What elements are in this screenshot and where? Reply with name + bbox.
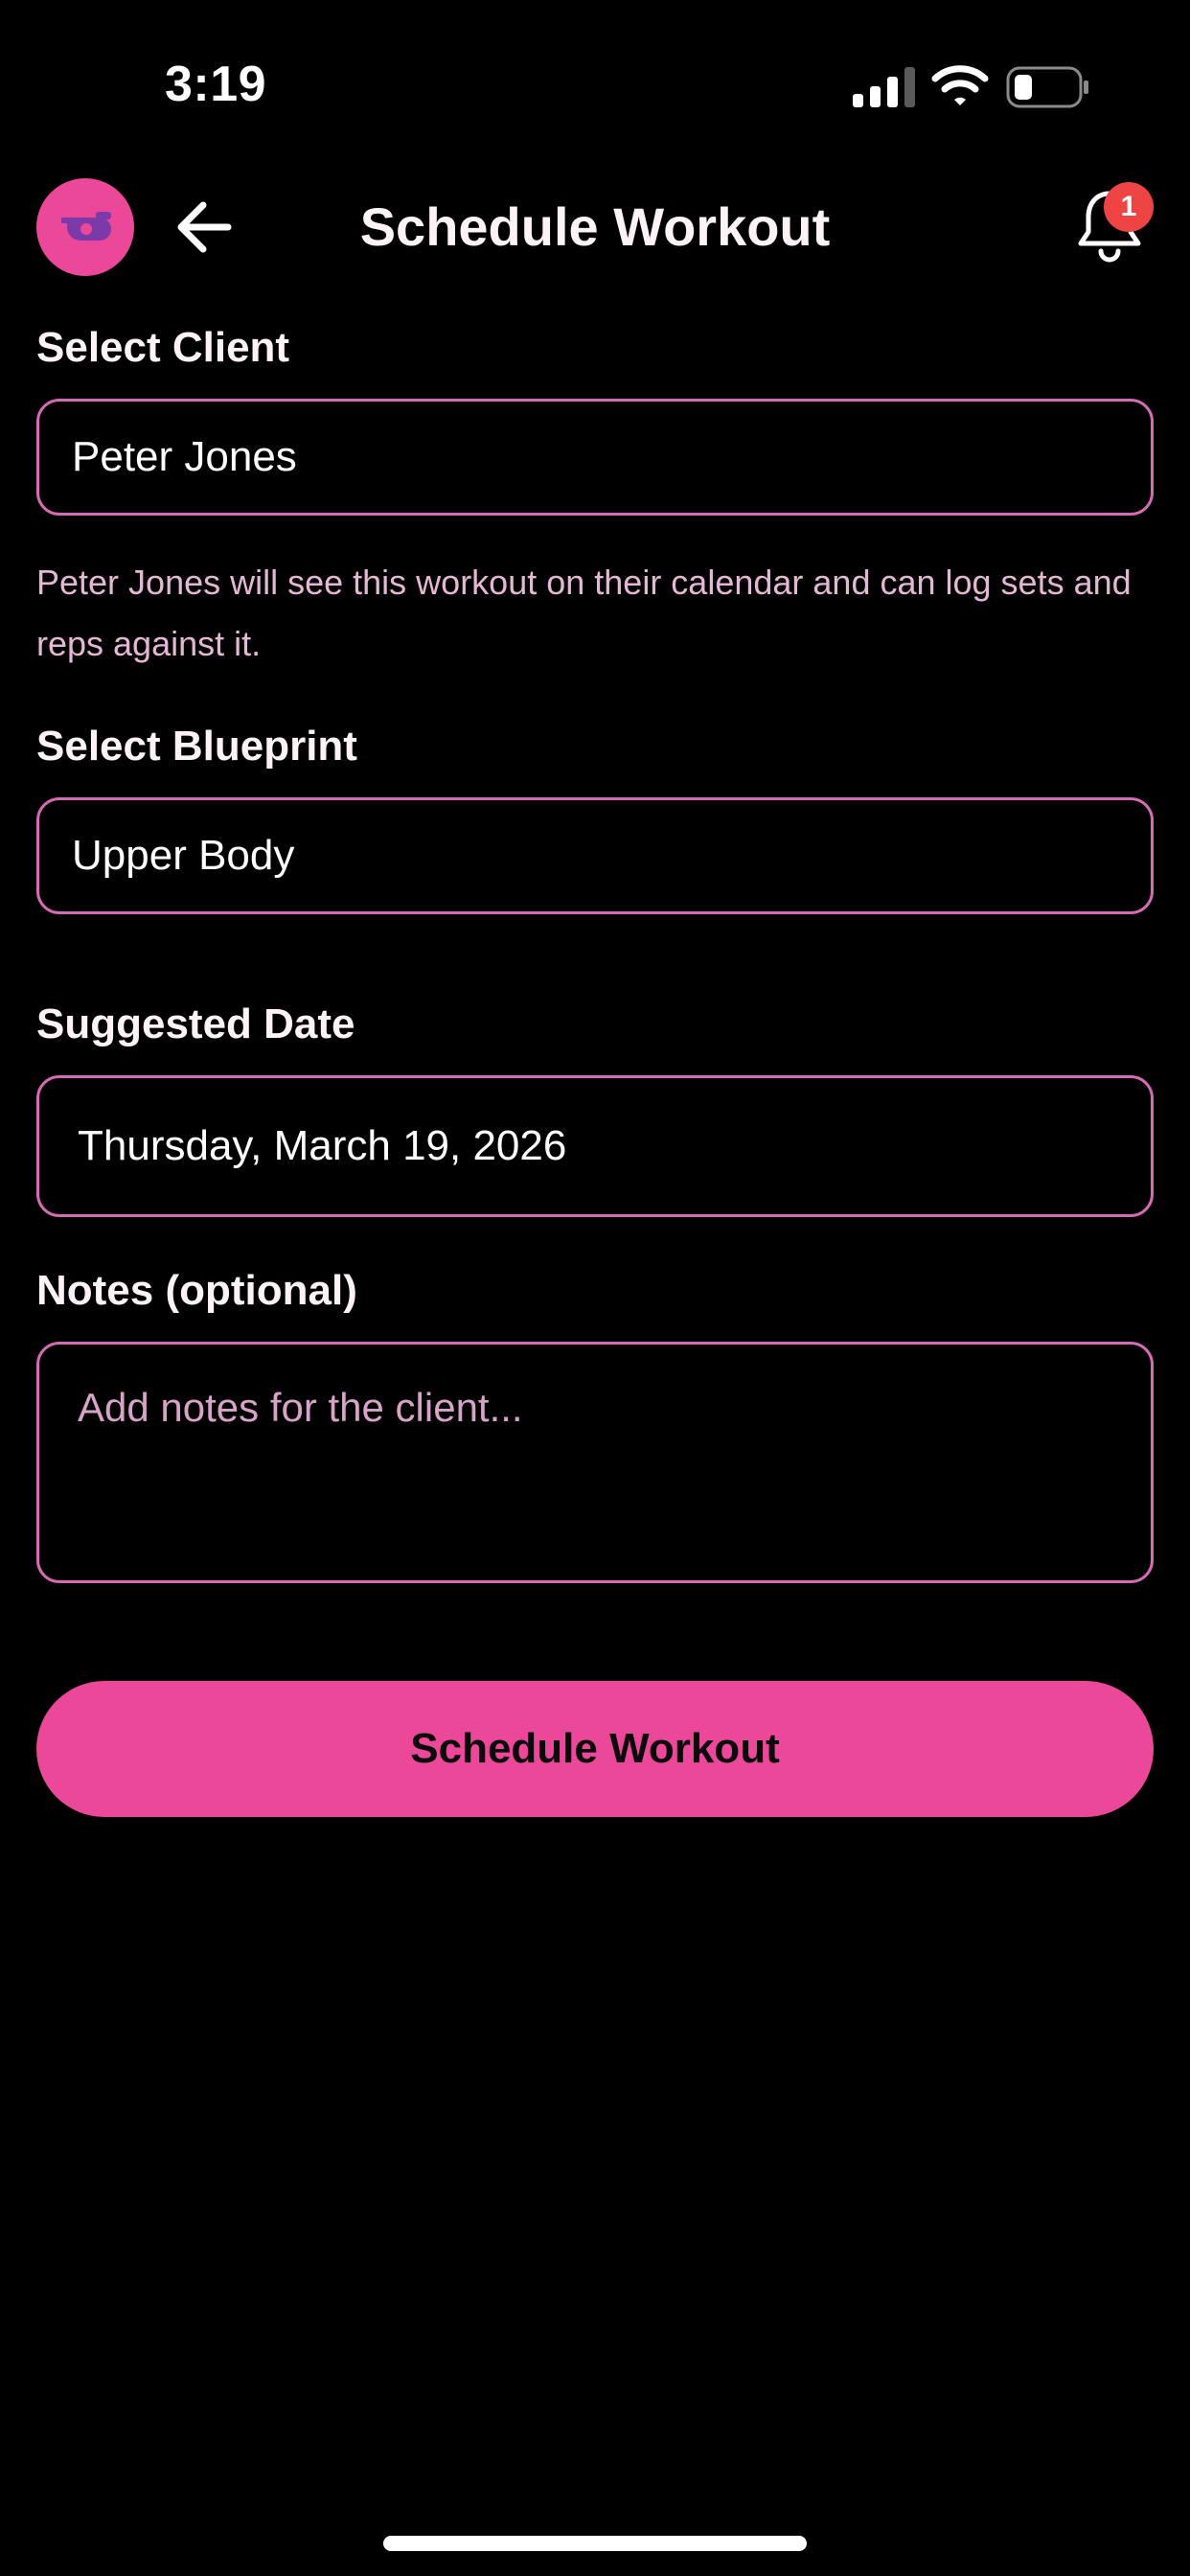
notes-placeholder: Add notes for the client... xyxy=(78,1385,523,1430)
blueprint-select[interactable]: Upper Body xyxy=(36,797,1154,914)
battery-icon xyxy=(1006,66,1088,108)
date-picker[interactable]: Thursday, March 19, 2026 xyxy=(36,1075,1154,1217)
client-select[interactable]: Peter Jones xyxy=(36,399,1154,516)
schedule-workout-button[interactable]: Schedule Workout xyxy=(36,1681,1154,1817)
notification-badge: 1 xyxy=(1104,182,1154,232)
home-indicator[interactable] xyxy=(383,2536,807,2551)
select-client-label: Select Client xyxy=(36,324,290,371)
page-title: Schedule Workout xyxy=(359,196,831,257)
client-helper-text: Peter Jones will see this workout on the… xyxy=(36,563,1132,663)
wifi-icon xyxy=(931,65,989,105)
blueprint-select-value: Upper Body xyxy=(72,832,295,879)
select-blueprint-label: Select Blueprint xyxy=(36,723,357,770)
date-picker-value: Thursday, March 19, 2026 xyxy=(78,1122,567,1169)
signal-icon xyxy=(853,67,915,107)
suggested-date-label: Suggested Date xyxy=(36,1000,355,1047)
client-select-value: Peter Jones xyxy=(72,433,297,480)
notes-label: Notes (optional) xyxy=(36,1267,357,1314)
status-time: 3:19 xyxy=(165,57,267,112)
notes-textarea[interactable]: Add notes for the client... xyxy=(36,1342,1154,1583)
